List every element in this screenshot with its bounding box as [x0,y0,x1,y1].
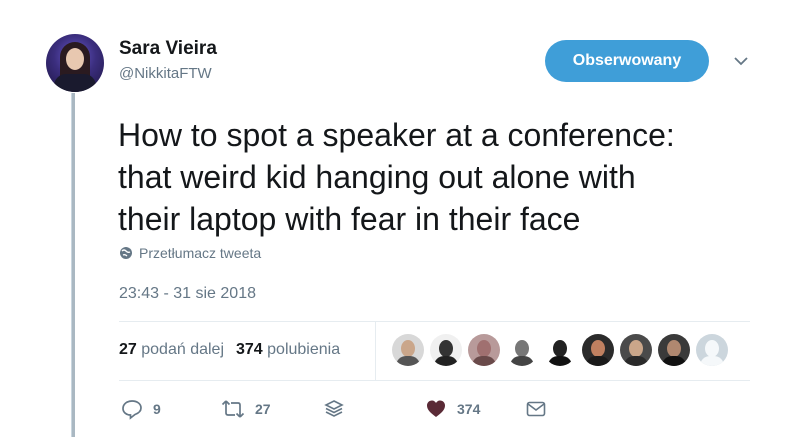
retweet-icon [221,400,245,418]
translate-link[interactable]: Przetłumacz tweeta [119,245,261,261]
likes-stat[interactable]: 374 polubienia [236,341,340,359]
retweets-stat[interactable]: 27 podań dalej [119,341,224,359]
chevron-down-icon[interactable] [733,55,749,67]
liker-avatar[interactable] [696,334,728,366]
likes-stat-count: 374 [236,341,263,358]
liker-avatar[interactable] [658,334,690,366]
avatar[interactable] [46,34,104,92]
follow-button[interactable]: Obserwowany [545,40,709,82]
liker-avatar[interactable] [430,334,462,366]
divider-bottom [119,380,750,381]
liker-avatar[interactable] [544,334,576,366]
reply-button[interactable]: 9 [121,398,161,420]
thread-line [71,93,75,437]
message-button[interactable] [525,398,547,420]
tweet-line: How to spot a speaker at a conference: [118,117,675,153]
liker-avatar[interactable] [506,334,538,366]
likes-stat-label: polubienia [267,341,341,358]
tweet-text: How to spot a speaker at a conference: t… [118,114,758,240]
envelope-icon [526,401,546,417]
like-count: 374 [457,401,481,417]
avatar-body [54,74,96,92]
reply-icon [122,400,142,420]
divider-top [119,321,750,322]
retweets-stat-label: podań dalej [141,341,224,358]
stack-icon [324,400,344,417]
user-name[interactable]: Sara Vieira [119,38,217,60]
liker-avatar[interactable] [582,334,614,366]
retweets-stat-count: 27 [119,341,137,358]
avatar-face [66,48,84,70]
liker-avatar[interactable] [392,334,424,366]
retweet-count: 27 [255,401,271,417]
retweet-button[interactable]: 27 [221,398,271,420]
heart-icon [427,400,445,417]
user-handle[interactable]: @NikkitaFTW [119,65,212,82]
stack-button[interactable] [323,398,345,420]
stats-bar: 27 podań dalej 374 polubienia [119,341,340,359]
globe-icon [120,247,132,259]
liker-avatar[interactable] [620,334,652,366]
tweet-line: that weird kid hanging out alone with [118,159,636,195]
stats-separator [375,322,376,380]
tweet-line: their laptop with fear in their face [118,201,581,237]
translate-label: Przetłumacz tweeta [139,245,262,261]
timestamp[interactable]: 23:43 - 31 sie 2018 [119,285,256,303]
reply-count: 9 [153,401,161,417]
liker-avatar[interactable] [468,334,500,366]
like-button[interactable]: 374 [425,398,480,420]
likers-list [392,334,728,366]
